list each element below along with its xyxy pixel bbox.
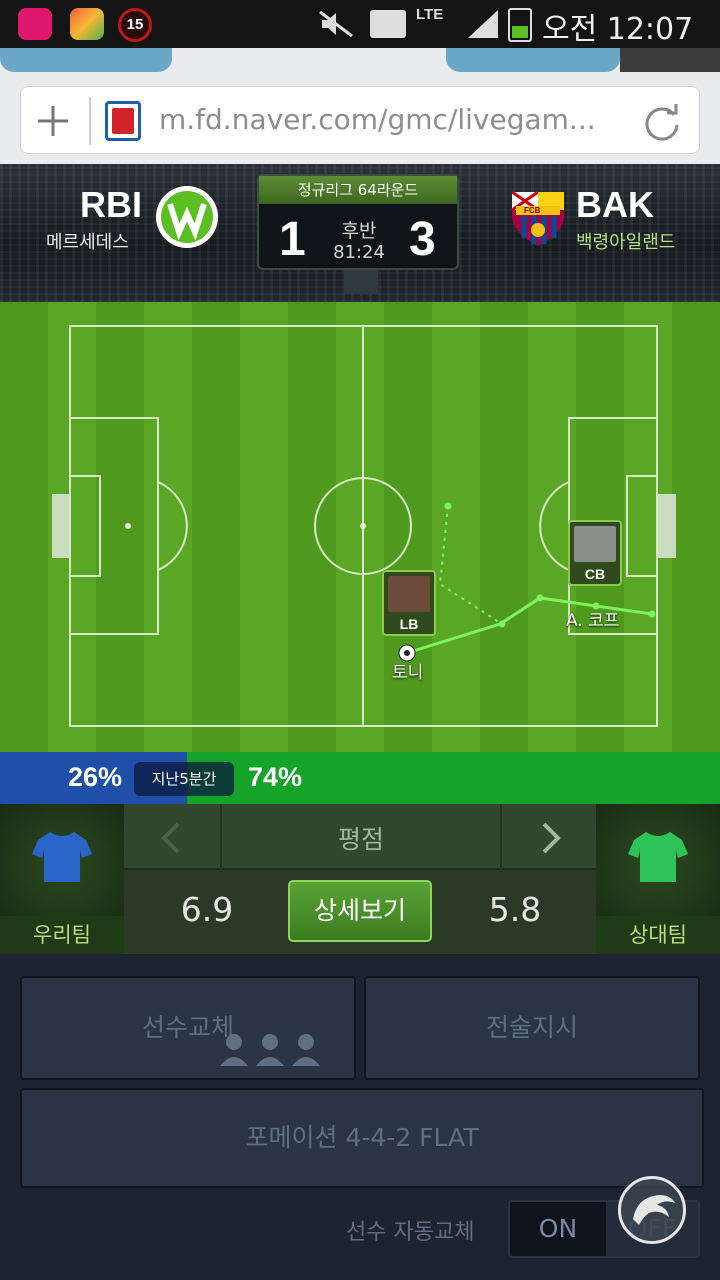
player-name: 토니 [392,663,424,683]
image-notification-icon [370,10,406,38]
address-bar[interactable]: m.fd.naver.com/gmc/livegam... [20,86,700,154]
match-clock: 81:24 [333,242,385,263]
player-photo [574,526,616,562]
home-team-name: 메르세데스 [46,232,129,253]
away-team-panel: 상대팀 [596,804,720,954]
away-possession: 74% [248,762,303,792]
away-score: 3 [409,213,436,266]
player-card-defender[interactable]: CB [568,520,622,586]
home-possession: 26% [68,762,123,792]
pitch: LB 토니 CB A. 코프 [0,302,720,752]
home-rating: 6.9 [180,890,234,929]
player-card-attacker[interactable]: LB [382,570,436,636]
away-crest-label: FCB [524,206,541,215]
ratings-title: 평점 [337,825,384,854]
app-store-icon [70,8,104,40]
new-tab-button[interactable] [620,48,720,72]
auto-substitution-label: 선수 자동교체 [346,1220,475,1245]
clock: 오전 12:07 [542,12,694,47]
url-text[interactable]: m.fd.naver.com/gmc/livegam... [159,103,596,136]
player-position: LB [399,616,419,632]
browser-tab[interactable] [446,48,620,72]
browser-tab-active[interactable] [176,48,444,72]
home-team-label: 우리팀 [0,916,124,954]
scoreboard: RBI 메르세데스 정규리그 64라운드 1 후반 81:24 3 FCB BA… [0,164,720,302]
player-position: CB [584,566,606,582]
ratings-panel: 우리팀 평점 6.9 상세보기 5.8 상대팀 [0,804,720,954]
dolphin-fab-icon[interactable] [618,1176,686,1244]
formation-button[interactable]: 포메이션 4-4-2 FLAT [20,1088,704,1188]
home-team-panel: 우리팀 [0,804,124,954]
chevron-left-icon[interactable] [156,820,188,856]
home-team-code: RBI [80,184,142,225]
chevron-right-icon[interactable] [534,820,566,856]
home-crest-icon [154,184,220,250]
player-photo [388,576,430,612]
round-label: 정규리그 64라운드 [259,176,457,204]
player-name: A. 코프 [566,611,620,631]
controls-panel: 선수교체 전술지시 포메이션 4-4-2 FLAT 선수 자동교체 ON OFF [0,954,720,1280]
possession-bar: 26% 지난5분간 74% [0,752,720,804]
match-period: 후반 [341,220,377,242]
battery-icon [508,8,532,42]
player-slots-icon [218,1010,322,1066]
away-team-code: BAK [576,184,654,225]
substitution-button[interactable]: 선수교체 [20,976,356,1080]
tactics-button[interactable]: 전술지시 [364,976,700,1080]
mute-icon [318,10,354,38]
network-type: LTE [416,6,444,23]
home-jersey-icon [32,830,92,884]
possession-period-label: 지난5분간 [134,762,234,796]
ratings-center: 평점 6.9 상세보기 5.8 [124,804,596,954]
away-rating: 5.8 [488,890,542,929]
divider [500,804,502,870]
plus-icon[interactable] [35,103,71,139]
away-team-label: 상대팀 [596,916,720,954]
signal-icon [466,8,502,40]
score-panel: 정규리그 64라운드 1 후반 81:24 3 [257,174,459,270]
refresh-icon[interactable] [641,101,683,143]
away-team-name: 백령아일랜드 [576,232,676,253]
toggle-on[interactable]: ON [510,1202,606,1256]
scoreboard-stand [344,270,378,294]
age-rating-badge: 15 [118,8,152,42]
away-crest-icon: FCB [508,186,568,248]
home-score: 1 [279,213,306,266]
divider [89,97,91,145]
detail-view-button[interactable]: 상세보기 [288,880,432,942]
away-jersey-icon [628,830,688,884]
site-favicon [105,101,141,141]
uplus-icon [18,8,52,40]
status-bar: 15 LTE 오전 12:07 [0,0,720,48]
browser-toolbar: m.fd.naver.com/gmc/livegam... [0,48,720,164]
browser-tab[interactable] [0,48,172,72]
